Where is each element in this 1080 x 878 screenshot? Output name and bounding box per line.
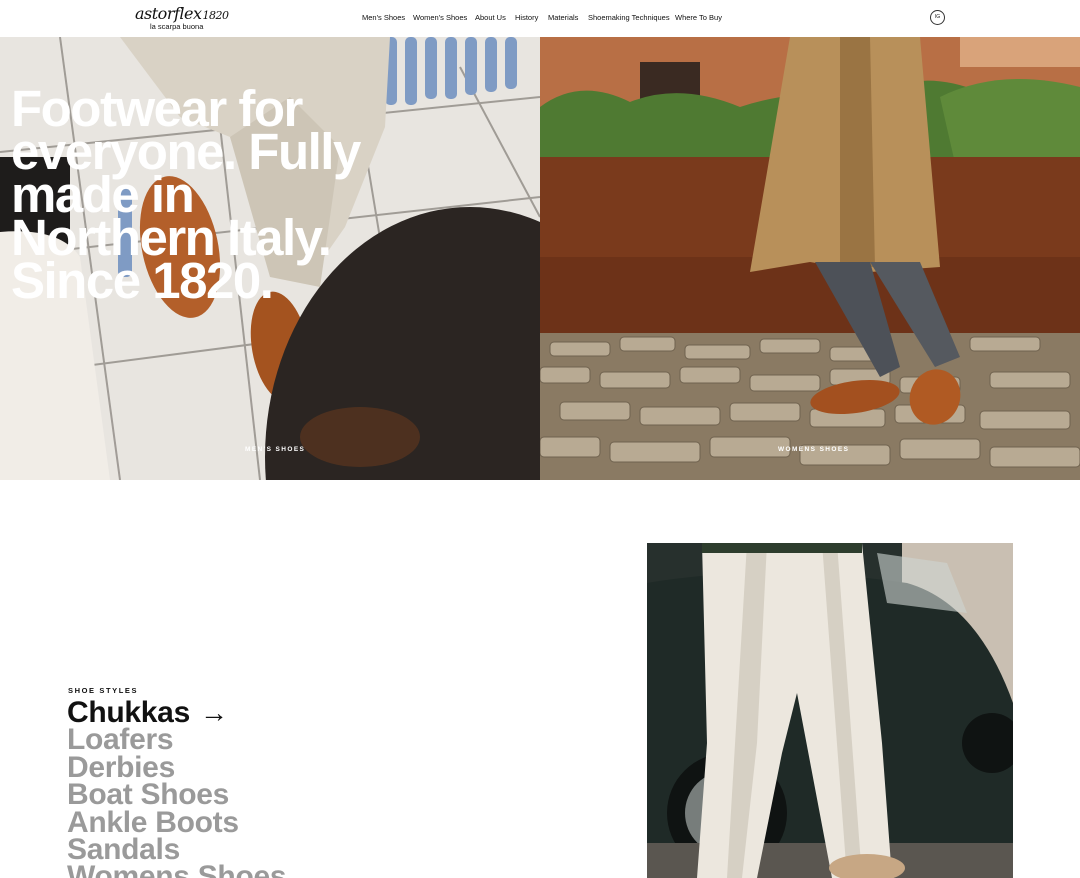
style-item-sandals[interactable]: Sandals [67, 834, 286, 864]
site-header: astorflex1820 la scarpa buona Men's Shoe… [0, 0, 1080, 37]
hero-headline: Footwear for everyone. Fully made in Nor… [11, 80, 361, 309]
hero-section: MEN'S SHOES WOMENS SHOES Footwear for ev… [0, 37, 1080, 480]
nav-item-about-us[interactable]: About Us [475, 13, 506, 23]
style-item-ankle-boots[interactable]: Ankle Boots [67, 807, 286, 837]
womens-shoes-link[interactable]: WOMENS SHOES [778, 446, 849, 453]
style-item-derbies[interactable]: Derbies [67, 752, 286, 782]
nav-item-womens-shoes[interactable]: Women's Shoes [413, 13, 467, 23]
chukkas-photo [647, 543, 1013, 878]
style-item-womens-shoes[interactable]: Womens Shoes [67, 862, 287, 878]
nav-item-where-to-buy[interactable]: Where To Buy [675, 13, 722, 23]
womens-hero-image [540, 37, 1080, 480]
instagram-icon[interactable]: IG [930, 10, 945, 25]
nav-item-shoemaking-techniques[interactable]: Shoemaking Techniques [588, 13, 670, 23]
shoe-styles-heading: SHOE STYLES [68, 686, 139, 695]
arrow-right-icon: → [199, 697, 228, 728]
logo-tagline: la scarpa buona [150, 22, 204, 31]
mens-shoes-link[interactable]: MEN'S SHOES [245, 446, 305, 453]
logo-year: 1820 [202, 9, 230, 22]
shoe-styles-list: Chukkas → Loafers Derbies Boat Shoes Ankl… [67, 697, 287, 878]
style-feature-image [647, 543, 1013, 878]
womens-shoes-panel[interactable]: WOMENS SHOES [540, 37, 1080, 480]
logo-name: astorflex [135, 4, 202, 23]
nav-item-materials[interactable]: Materials [548, 13, 578, 23]
brand-logo[interactable]: astorflex1820 la scarpa buona [135, 4, 229, 32]
style-item-boat-shoes[interactable]: Boat Shoes [67, 779, 286, 809]
nav-item-history[interactable]: History [515, 13, 538, 23]
nav-item-mens-shoes[interactable]: Men's Shoes [362, 13, 405, 23]
style-item-loafers[interactable]: Loafers [67, 725, 286, 755]
style-item-chukkas[interactable]: Chukkas → [67, 697, 286, 728]
